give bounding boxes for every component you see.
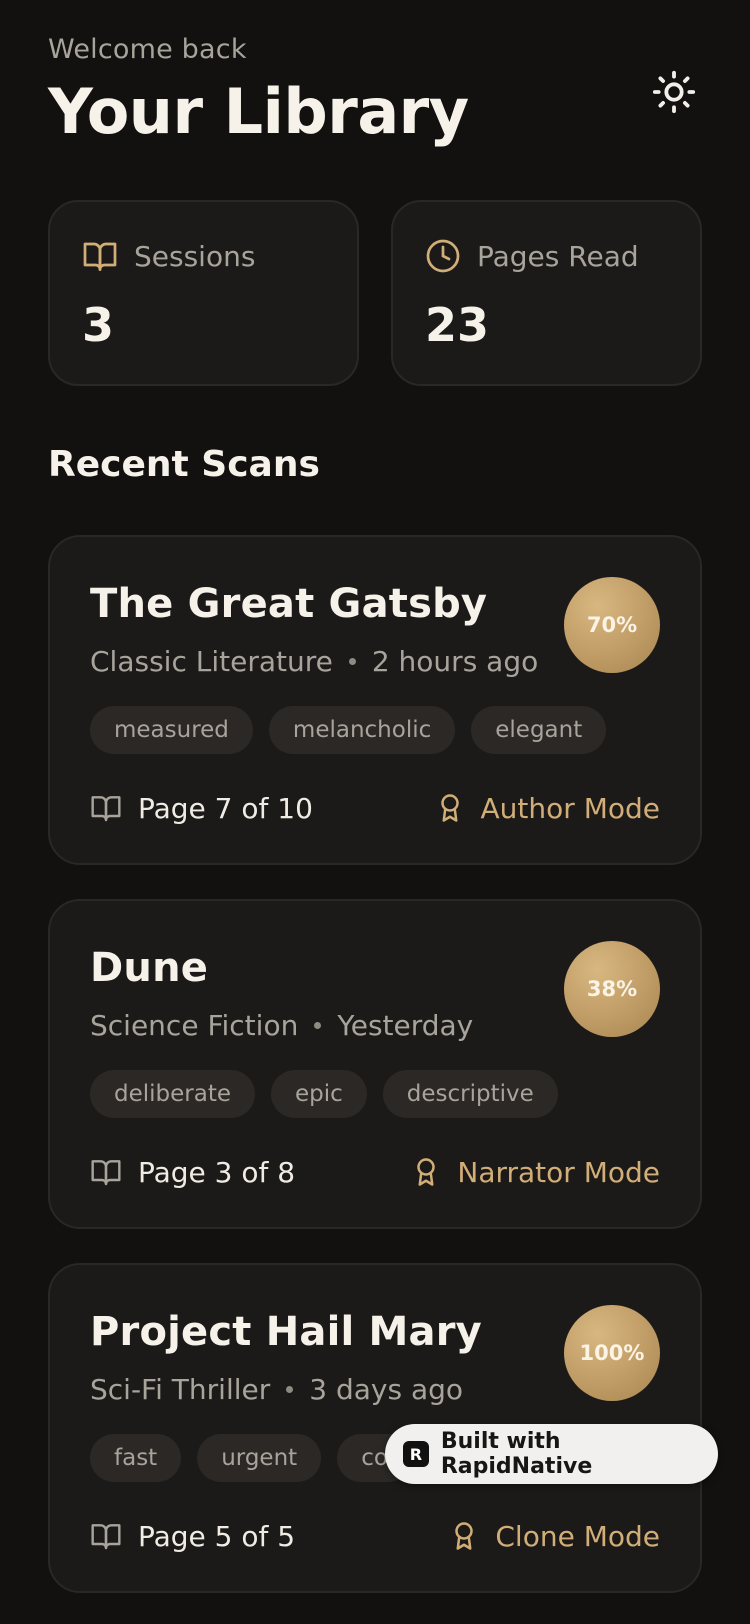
scan-time: 3 days ago bbox=[309, 1373, 464, 1406]
tone-tag: epic bbox=[271, 1070, 367, 1118]
tone-tag: melancholic bbox=[268, 706, 456, 754]
tone-tag: descriptive bbox=[382, 1070, 558, 1118]
award-icon bbox=[455, 1522, 474, 1550]
rapidnative-logo-icon: R bbox=[403, 1441, 429, 1467]
scan-time: Yesterday bbox=[337, 1009, 474, 1042]
book-open-icon bbox=[83, 242, 117, 271]
separator-dot bbox=[286, 1386, 294, 1393]
mode-label: Author Mode bbox=[480, 791, 660, 825]
page-info: Page 5 of 5 bbox=[90, 1520, 295, 1553]
header: Welcome back Your Library bbox=[48, 0, 702, 190]
progress-badge: 100% bbox=[564, 1305, 660, 1401]
stat-card-sessions: Sessions 3 bbox=[48, 200, 359, 386]
tone-tags: deliberate epic descriptive bbox=[90, 1070, 660, 1118]
built-with-rapidnative-badge[interactable]: R Built with RapidNative bbox=[385, 1424, 718, 1484]
scan-footer: Page 5 of 5 Clone Mode bbox=[90, 1519, 660, 1553]
scan-card[interactable]: The Great Gatsby Classic Literature 2 ho… bbox=[48, 535, 702, 865]
page-progress-text: Page 7 of 10 bbox=[138, 791, 313, 825]
stats-row: Sessions 3 Pages Read 23 bbox=[48, 200, 702, 386]
stat-card-pages-read: Pages Read 23 bbox=[391, 200, 702, 386]
scan-footer: Page 7 of 10 Author Mode bbox=[90, 791, 660, 825]
sun-icon bbox=[652, 70, 696, 114]
stat-label: Pages Read bbox=[477, 239, 639, 273]
award-icon bbox=[440, 794, 459, 822]
page-info: Page 7 of 10 bbox=[90, 792, 313, 825]
theme-toggle-button[interactable] bbox=[646, 64, 702, 120]
tone-tag: fast bbox=[90, 1434, 182, 1482]
progress-badge: 38% bbox=[564, 941, 660, 1037]
book-open-icon bbox=[91, 1524, 121, 1550]
tone-tag: measured bbox=[90, 706, 253, 754]
award-icon bbox=[417, 1158, 436, 1186]
mode-label: Clone Mode bbox=[495, 1519, 660, 1553]
stat-value: 3 bbox=[82, 298, 115, 352]
page-title: Your Library bbox=[48, 75, 469, 148]
welcome-text: Welcome back bbox=[48, 34, 247, 65]
voice-mode: Author Mode bbox=[435, 791, 660, 825]
section-title-recent-scans: Recent Scans bbox=[48, 444, 320, 485]
mode-label: Narrator Mode bbox=[457, 1155, 660, 1189]
stat-value: 23 bbox=[425, 298, 490, 352]
page-info: Page 3 of 8 bbox=[90, 1156, 295, 1189]
separator-dot bbox=[314, 1022, 322, 1029]
book-open-icon bbox=[91, 1160, 121, 1186]
tone-tags: measured melancholic elegant bbox=[90, 706, 660, 754]
book-genre: Classic Literature bbox=[90, 645, 333, 678]
book-open-icon bbox=[91, 796, 121, 822]
stat-label: Sessions bbox=[134, 239, 256, 273]
tone-tag: deliberate bbox=[90, 1070, 255, 1118]
scan-time: 2 hours ago bbox=[371, 645, 539, 678]
tone-tag: urgent bbox=[197, 1434, 322, 1482]
page-progress-text: Page 3 of 8 bbox=[138, 1155, 296, 1189]
book-genre: Science Fiction bbox=[90, 1009, 299, 1042]
scan-card[interactable]: Dune Science Fiction Yesterday 38% delib… bbox=[48, 899, 702, 1229]
library-screen: Welcome back Your Library Sessions 3 Pag… bbox=[0, 0, 750, 1624]
voice-mode: Clone Mode bbox=[449, 1519, 660, 1553]
clock-icon bbox=[426, 239, 460, 273]
progress-badge: 70% bbox=[564, 577, 660, 673]
separator-dot bbox=[348, 658, 356, 665]
voice-mode: Narrator Mode bbox=[411, 1155, 660, 1189]
tone-tag: elegant bbox=[471, 706, 607, 754]
page-progress-text: Page 5 of 5 bbox=[138, 1519, 296, 1553]
badge-label: Built with RapidNative bbox=[440, 1429, 593, 1479]
scan-footer: Page 3 of 8 Narrator Mode bbox=[90, 1155, 660, 1189]
book-genre: Sci-Fi Thriller bbox=[90, 1373, 271, 1406]
